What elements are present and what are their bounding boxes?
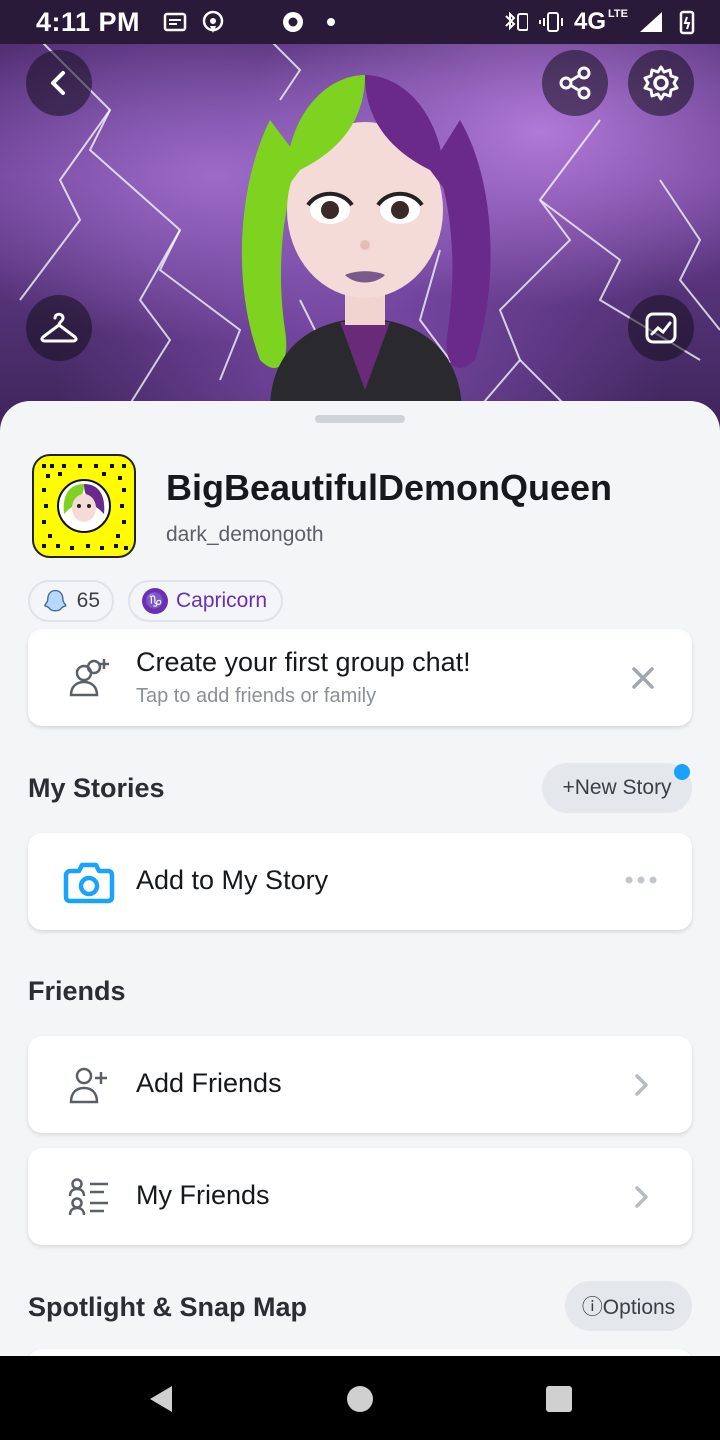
snapcode-icon xyxy=(42,464,128,550)
status-time: 4:11 PM xyxy=(36,6,141,37)
dot-icon xyxy=(318,11,344,33)
signal-icon xyxy=(638,11,664,33)
username[interactable]: dark_demongoth xyxy=(166,523,324,547)
options-button[interactable]: ⓘOptions xyxy=(565,1281,692,1331)
snap-score: 65 xyxy=(76,589,100,612)
spotlight-card[interactable] xyxy=(28,1349,692,1356)
network-type: 4G xyxy=(574,8,607,35)
nav-home-icon[interactable] xyxy=(343,1382,377,1416)
podcast-icon xyxy=(200,10,226,33)
camera-icon xyxy=(63,862,115,904)
display-name: BigBeautifulDemonQueen xyxy=(166,467,613,508)
capricorn-icon: ♑ xyxy=(142,588,168,614)
friends-heading: Friends xyxy=(28,976,126,1006)
share-button[interactable] xyxy=(542,50,608,116)
my-friends-row[interactable]: My Friends xyxy=(28,1148,692,1245)
share-icon xyxy=(559,66,591,100)
system-navigation-bar xyxy=(0,1356,720,1440)
friends-list-icon xyxy=(68,1178,108,1216)
drag-handle[interactable] xyxy=(315,415,405,423)
profile-sheet: BigBeautifulDemonQueen dark_demongoth 65… xyxy=(0,401,720,1356)
snap-score-chip[interactable]: 65 xyxy=(28,580,114,622)
settings-button[interactable] xyxy=(628,50,694,116)
group-prompt-title: Create your first group chat! xyxy=(136,647,471,677)
chrome-icon xyxy=(280,11,306,33)
message-icon xyxy=(162,11,188,33)
my-friends-label: My Friends xyxy=(136,1180,270,1210)
network-sub: LTE xyxy=(608,8,628,20)
profile-header-banner xyxy=(0,0,720,440)
battery-icon xyxy=(674,10,700,35)
nav-back-icon[interactable] xyxy=(144,1382,178,1416)
sticker-icon xyxy=(645,312,677,344)
add-to-my-story-label: Add to My Story xyxy=(136,865,329,895)
more-options-icon[interactable] xyxy=(624,873,658,887)
chevron-right-icon xyxy=(635,1074,648,1096)
options-label: ⓘOptions xyxy=(581,1296,676,1319)
nav-recents-icon[interactable] xyxy=(542,1382,576,1416)
notification-dot xyxy=(674,764,690,780)
close-icon[interactable] xyxy=(628,663,658,693)
snapcode[interactable] xyxy=(32,454,136,558)
chevron-right-icon xyxy=(635,1186,648,1208)
hanger-icon xyxy=(40,312,78,343)
back-button[interactable] xyxy=(26,50,92,116)
add-group-icon xyxy=(69,659,109,697)
new-story-button[interactable]: +New Story xyxy=(542,763,692,813)
add-friends-label: Add Friends xyxy=(136,1068,282,1098)
ghost-icon xyxy=(44,589,67,612)
add-friend-icon xyxy=(69,1067,107,1104)
gear-icon xyxy=(643,65,679,101)
zodiac-label: Capricorn xyxy=(176,589,268,612)
my-stories-heading: My Stories xyxy=(28,773,165,803)
bitmoji-sticker-button[interactable] xyxy=(628,295,694,361)
new-story-label: +New Story xyxy=(562,776,672,799)
spotlight-heading: Spotlight & Snap Map xyxy=(28,1292,307,1322)
group-prompt-subtitle: Tap to add friends or family xyxy=(136,685,377,707)
zodiac-chip[interactable]: ♑ Capricorn xyxy=(128,580,283,622)
bitmoji-avatar[interactable] xyxy=(230,60,500,410)
add-to-my-story-row[interactable]: Add to My Story xyxy=(28,833,692,930)
status-bar: 4:11 PM 4G LTE xyxy=(0,0,720,44)
vibrate-icon xyxy=(538,11,564,33)
create-group-card[interactable]: Create your first group chat! Tap to add… xyxy=(28,629,692,726)
bluetooth-battery-icon xyxy=(502,11,529,33)
add-friends-row[interactable]: Add Friends xyxy=(28,1036,692,1133)
outfit-button[interactable] xyxy=(26,295,92,361)
back-icon xyxy=(51,71,65,95)
